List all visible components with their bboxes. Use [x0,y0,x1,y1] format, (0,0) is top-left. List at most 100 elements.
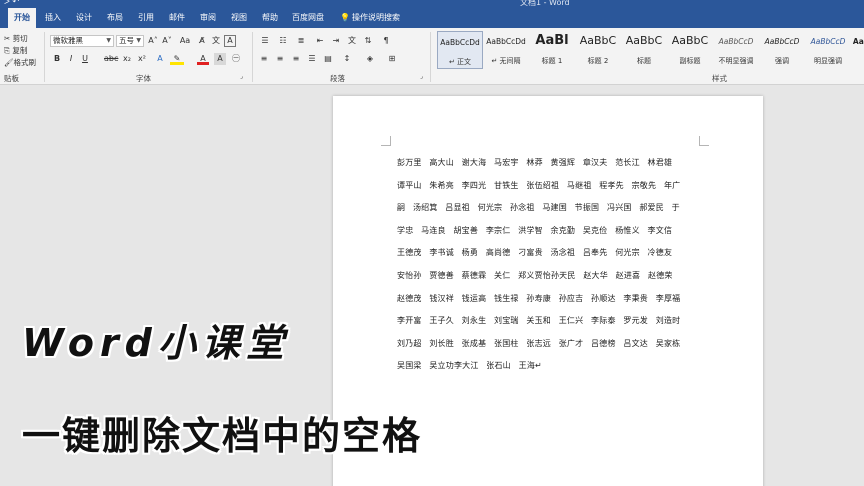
style-sample: AaBbCcD [810,37,846,46]
tab-review[interactable]: 审阅 [195,8,221,28]
borders-icon[interactable]: ⊞ [386,53,398,65]
character-shading-icon[interactable]: A [214,53,226,65]
quick-access-toolbar[interactable]: ᐳ ↶ [4,0,19,6]
subscript-icon[interactable]: x₂ [121,53,133,65]
document-line: 赵德茂 钱汉祥 钱运高 钱生禄 孙寿康 孙应吉 孙顺达 李秉贵 李厚福 [397,293,681,303]
tab-view[interactable]: 视图 [226,8,252,28]
overlay-subtitle: 一键删除文档中的空格 [22,414,423,458]
style-intense-emphasis[interactable]: AaBbCcD 明显强调 [805,31,851,69]
multilevel-list-icon[interactable]: ≣ [294,35,308,47]
style-name: 标题 [637,57,651,65]
chevron-down-icon: ▼ [106,37,111,44]
shading-icon[interactable]: ◈ [364,53,376,65]
character-border-icon[interactable]: A [224,35,236,47]
dialog-launcher-icon[interactable]: ⌟ [420,73,423,80]
corner-mark [699,136,709,146]
highlight-icon[interactable]: ✎ [170,53,184,65]
font-size-combo[interactable]: 五号 ▼ [116,35,144,47]
chevron-down-icon: ▼ [136,37,141,44]
font-color-icon[interactable]: A [197,53,209,65]
format-painter-button[interactable]: 🖌格式刷 [4,57,36,68]
document-line: 学忠 马连良 胡宝善 李宗仁 洪学智 余克勤 吴克俭 杨惟义 李文信 [397,225,673,235]
styles-gallery: AaBbCcDd ↵ 正文 AaBbCcDd ↵ 无间隔 AaBl 标题 1 A… [433,31,864,71]
sort-icon[interactable]: ⇅ [362,35,374,47]
tab-design[interactable]: 设计 [71,8,97,28]
style-title[interactable]: AaBbC 标题 [621,31,667,69]
copy-button[interactable]: ⎘ 复制 [4,45,27,56]
style-heading-1[interactable]: AaBl 标题 1 [529,31,575,69]
ribbon-tab-bar: 开始 插入 设计 布局 引用 邮件 审阅 视图 帮助 百度网盘 💡 操作说明搜索 [0,8,864,28]
style-normal[interactable]: AaBbCcDd ↵ 正文 [437,31,483,69]
increase-indent-icon[interactable]: ⇥ [330,35,342,47]
corner-mark [381,136,391,146]
group-separator [252,32,253,82]
enclose-characters-icon[interactable]: ㊀ [230,53,242,65]
copy-icon: ⎘ [4,46,10,55]
lightbulb-icon[interactable]: 💡 [338,8,352,28]
superscript-icon[interactable]: x² [136,53,148,65]
style-strong[interactable]: AaBbCcD 要点 [849,31,864,69]
style-heading-2[interactable]: AaBbC 标题 2 [575,31,621,69]
distributed-icon[interactable]: ▤ [322,53,334,65]
bold-icon[interactable]: B [52,53,62,65]
title-bar: ᐳ ↶ 文档1 - Word [0,0,864,8]
style-no-spacing[interactable]: AaBbCcDd ↵ 无间隔 [483,31,529,69]
style-name: 标题 1 [541,57,563,65]
style-sample: AaBbC [579,34,617,47]
font-size-value: 五号 [119,36,134,45]
style-sample: AaBbCcD [764,37,800,46]
underline-icon[interactable]: U [80,53,90,65]
decrease-indent-icon[interactable]: ⇤ [314,35,326,47]
tell-me-search[interactable]: 操作说明搜索 [352,8,406,28]
clipboard-group-label: 贴板 [4,74,19,83]
italic-icon[interactable]: I [66,53,76,65]
clear-formatting-icon[interactable]: A̸ [196,35,208,47]
document-line: 王德茂 李书诚 杨勇 高尚德 刁富贵 汤念祖 吕奉先 何光宗 冷德友 [397,248,673,258]
grow-font-icon[interactable]: A˄ [147,35,159,47]
numbering-icon[interactable]: ☷ [276,35,290,47]
document-line: 嗣 汤绍箕 吕显祖 何光宗 孙念祖 马建国 节振国 冯兴国 郝爱民 于 [397,203,680,213]
tab-insert[interactable]: 插入 [40,8,66,28]
style-emphasis[interactable]: AaBbCcD 强调 [759,31,805,69]
phonetic-guide-icon[interactable]: 文 [210,35,222,47]
tab-references[interactable]: 引用 [133,8,159,28]
style-name: 明显强调 [814,57,842,65]
document-line: 安怡孙 贾德善 蔡德霖 关仁 郑义贾怡孙天民 赵大华 赵进喜 赵德荣 [397,270,673,280]
chinese-layout-icon[interactable]: 文 [346,35,358,47]
style-subtitle[interactable]: AaBbC 副标题 [667,31,713,69]
bullets-icon[interactable]: ☰ [258,35,272,47]
align-center-icon[interactable]: ≡ [274,53,286,65]
document-body[interactable]: 彭万里 高大山 谢大海 马宏宇 林莽 黄强辉 章汉夫 范长江 林君雄 谭平山 朱… [397,152,719,378]
tab-help[interactable]: 帮助 [257,8,283,28]
text-effects-icon[interactable]: A [154,53,166,65]
style-name: 副标题 [679,57,701,65]
ribbon: ✂ 剪切 ⎘ 复制 🖌格式刷 贴板 微软雅黑 ▼ 五号 ▼ A˄ A˅ Aa A̸ … [0,28,864,85]
strikethrough-icon[interactable]: abc [104,53,118,65]
change-case-icon[interactable]: Aa [178,35,192,47]
tab-mailings[interactable]: 邮件 [164,8,190,28]
format-painter-label: 格式刷 [13,58,37,67]
justify-icon[interactable]: ☰ [306,53,318,65]
style-sample: AaBbCcDd [486,37,526,46]
dialog-launcher-icon[interactable]: ⌟ [240,73,243,80]
style-sample: AaBbC [671,34,709,47]
document-line: 刘乃超 刘长胜 张成基 张国柱 张志远 张广才 吕德榜 吕文达 吴家栋 [397,338,681,348]
align-right-icon[interactable]: ≡ [290,53,302,65]
style-name-text: 正文 [457,58,472,66]
line-spacing-icon[interactable]: ↕ [340,53,354,65]
shrink-font-icon[interactable]: A˅ [161,35,173,47]
document-line: 吴国梁 吴立功李大江 张石山 王海↵ [397,361,542,371]
style-name: ↵ 无间隔 [491,57,521,65]
tab-home[interactable]: 开始 [8,8,36,28]
tab-baidu-netdisk[interactable]: 百度网盘 [288,8,328,28]
group-separator [430,32,431,82]
cut-button[interactable]: ✂ 剪切 [4,33,28,44]
font-name-combo[interactable]: 微软雅黑 ▼ [50,35,114,47]
document-line: 李开富 王子久 刘永生 刘宝瑞 关玉和 王仁兴 李际泰 罗元发 刘造时 [397,316,681,326]
style-subtle-emphasis[interactable]: AaBbCcD 不明显强调 [713,31,759,69]
tab-layout[interactable]: 布局 [102,8,128,28]
show-marks-icon[interactable]: ¶ [380,35,392,47]
scissors-icon: ✂ [4,34,11,43]
align-left-icon[interactable]: ≡ [258,53,270,65]
paragraph-group-label: 段落 [330,74,345,83]
